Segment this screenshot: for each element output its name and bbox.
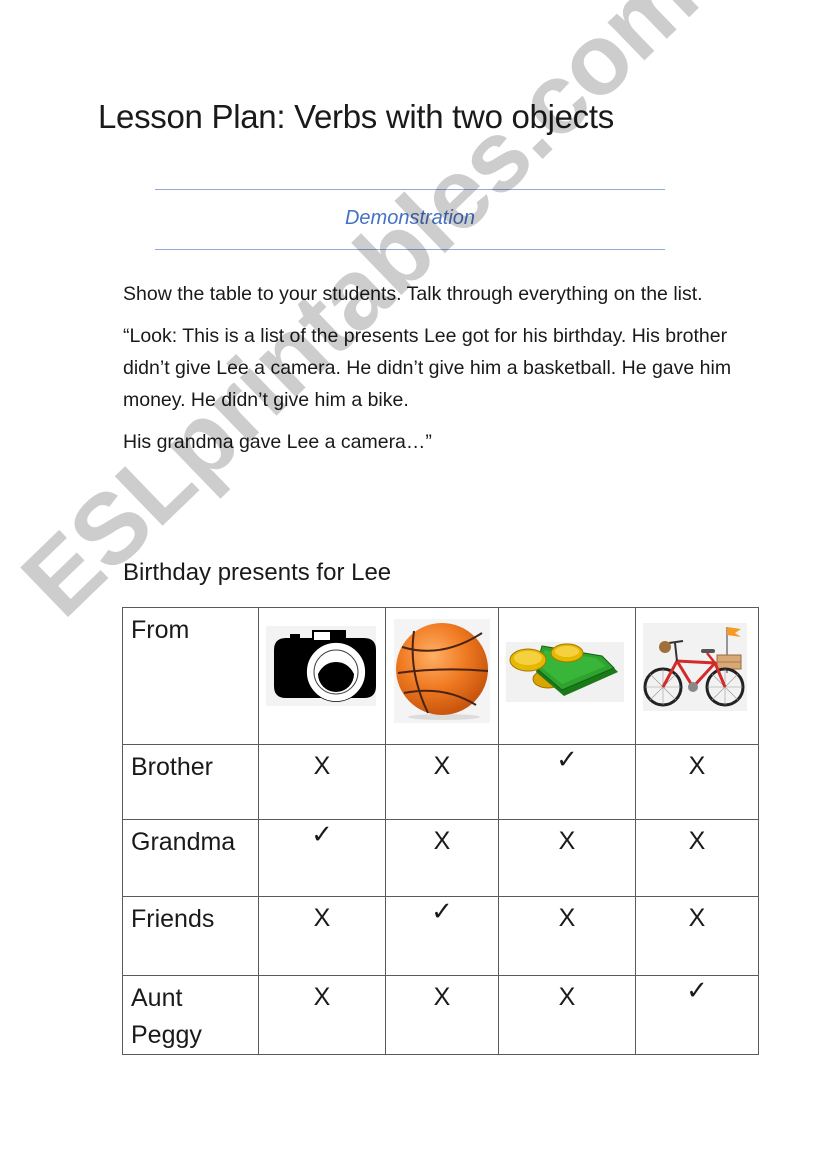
- cell-friends-camera: X: [258, 896, 386, 976]
- row-label-grandma: Grandma: [122, 819, 259, 897]
- script-paragraph: “Look: This is a list of the presents Le…: [123, 325, 732, 411]
- cell-aunt-peggy-money: X: [498, 975, 636, 1055]
- row-label-brother: Brother: [122, 744, 259, 820]
- table-row: Grandma ✓ X X X: [122, 819, 759, 897]
- cell-grandma-bike: X: [635, 819, 759, 897]
- present-header-camera: [258, 607, 386, 745]
- cell-aunt-peggy-basketball: X: [385, 975, 499, 1055]
- table-header-row: From: [122, 607, 759, 745]
- check-mark-icon: ✓: [556, 745, 578, 775]
- cell-grandma-basketball: X: [385, 819, 499, 897]
- cell-friends-bike: X: [635, 896, 759, 976]
- cell-brother-basketball: X: [385, 744, 499, 820]
- table-row: Friends X ✓ X X: [122, 896, 759, 976]
- section-heading: Demonstration: [344, 207, 476, 229]
- cell-grandma-camera: ✓: [258, 819, 386, 897]
- instruction-paragraph: Show the table to your students. Talk th…: [123, 283, 703, 305]
- present-header-bike: [635, 607, 759, 745]
- present-header-basketball: [385, 607, 499, 745]
- presents-table: From Brother X X ✓ X Grandma ✓ X X X Fri…: [122, 607, 759, 1055]
- present-header-money: [498, 607, 636, 745]
- cell-grandma-money: X: [498, 819, 636, 897]
- cell-brother-bike: X: [635, 744, 759, 820]
- heading-rule-bottom: [155, 249, 665, 250]
- cell-aunt-peggy-camera: X: [258, 975, 386, 1055]
- page-title: Lesson Plan: Verbs with two objects: [98, 98, 614, 135]
- table-row: Aunt Peggy X X X ✓: [122, 975, 759, 1055]
- from-header: From: [122, 607, 259, 745]
- bike-icon: [643, 623, 747, 711]
- check-mark-icon: ✓: [686, 976, 708, 1006]
- row-label-aunt-peggy: Aunt Peggy: [122, 975, 259, 1055]
- table-row: Brother X X ✓ X: [122, 744, 759, 820]
- cell-friends-money: X: [498, 896, 636, 976]
- check-mark-icon: ✓: [311, 820, 333, 850]
- cell-brother-money: ✓: [498, 744, 636, 820]
- camera-icon: [266, 626, 376, 706]
- table-caption: Birthday presents for Lee: [123, 559, 392, 586]
- check-mark-icon: ✓: [431, 897, 453, 927]
- instructions-text: Show the table to your students. Talk th…: [123, 278, 733, 468]
- cell-brother-camera: X: [258, 744, 386, 820]
- worksheet-page: Lesson Plan: Verbs with two objects Demo…: [0, 0, 821, 1161]
- cell-friends-basketball: ✓: [385, 896, 499, 976]
- row-label-friends: Friends: [122, 896, 259, 976]
- heading-rule-top: [155, 189, 665, 190]
- basketball-icon: [394, 619, 490, 723]
- script-paragraph-end: His grandma gave Lee a camera…”: [123, 431, 432, 453]
- cell-aunt-peggy-bike: ✓: [635, 975, 759, 1055]
- money-icon: [506, 642, 624, 702]
